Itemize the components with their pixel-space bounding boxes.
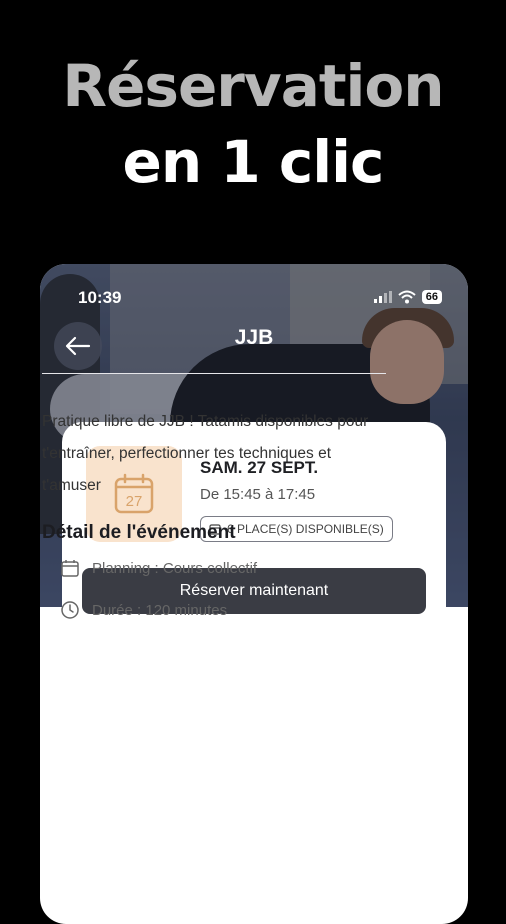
headline-line-1: Réservation [62, 52, 444, 120]
phone-screen: 10:39 66 JJB 27 SAM. 27 SEPT. De 15:45 à… [40, 264, 468, 924]
status-time: 10:39 [78, 288, 122, 307]
detail-planning-text: Planning : Cours collectif [92, 559, 258, 577]
wifi-icon [398, 290, 416, 304]
signal-icon [373, 291, 392, 303]
detail-row-planning: Planning : Cours collectif [60, 558, 257, 578]
clock-icon [61, 601, 79, 619]
status-icons: 66 [373, 290, 442, 304]
battery-icon: 66 [421, 290, 442, 304]
event-details-title: Détail de l'événement [42, 522, 236, 543]
headline-line-2: en 1 clic [122, 128, 385, 196]
detail-row-duration: Durée : 120 minutes [60, 600, 227, 620]
calendar-icon [61, 560, 79, 577]
page-title: JJB [234, 326, 274, 349]
places-label: 6 PLACE(S) DISPONIBLE(S) [227, 522, 384, 536]
event-description: Pratique libre de JJB ! Tatamis disponib… [42, 413, 369, 494]
divider [42, 373, 386, 374]
detail-duration-text: Durée : 120 minutes [92, 601, 228, 619]
